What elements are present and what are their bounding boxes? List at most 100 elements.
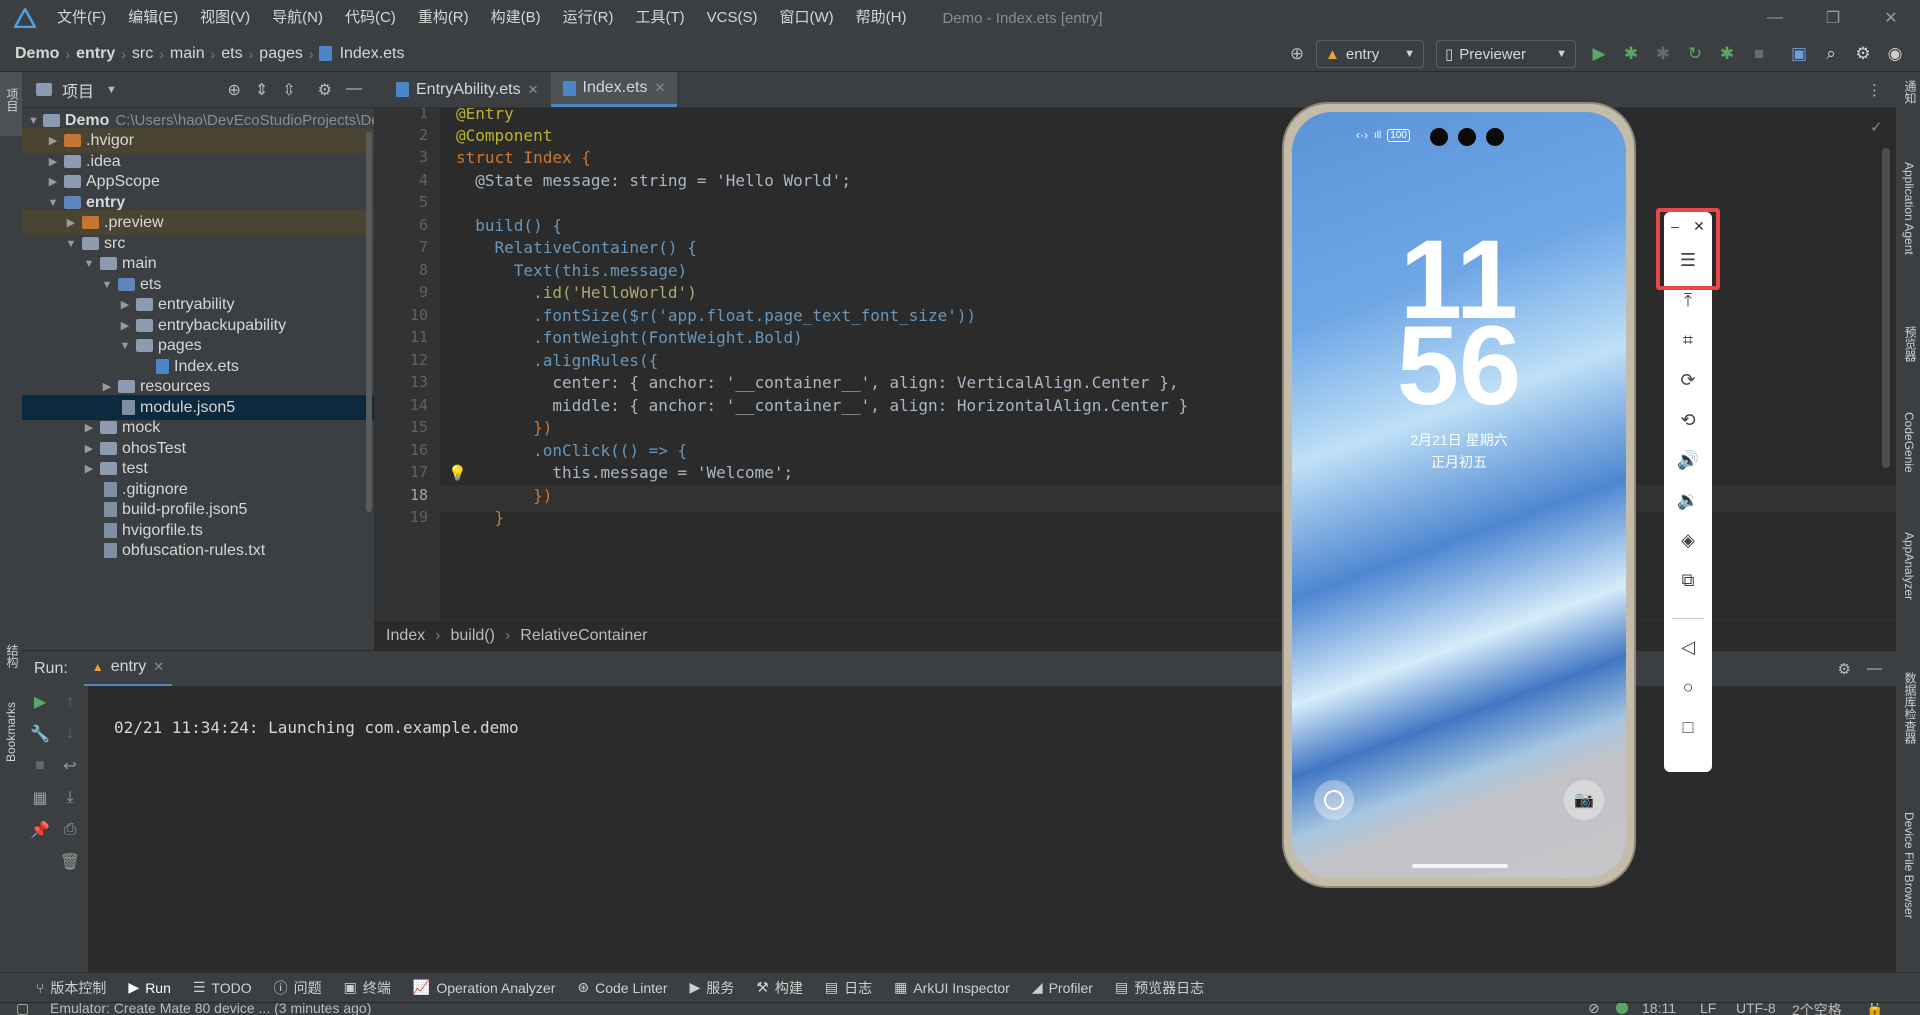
- settings-gear-icon[interactable]: ⚙: [1850, 41, 1876, 67]
- minimize-button[interactable]: —: [1746, 0, 1804, 36]
- notifications-tool[interactable]: 通知: [1902, 80, 1919, 104]
- crumb-build[interactable]: build(): [450, 627, 494, 645]
- locate-file-icon[interactable]: ⊕: [227, 80, 240, 100]
- run-icon[interactable]: ▶: [1586, 41, 1612, 67]
- crumb-module[interactable]: entry: [73, 45, 118, 63]
- tool-previewer-log[interactable]: ▤ 预览器日志: [1115, 978, 1204, 998]
- close-tab-icon[interactable]: ✕: [528, 82, 539, 98]
- database-inspector-tool[interactable]: 数据库检查器: [1902, 672, 1919, 744]
- profile-icon[interactable]: ✱: [1714, 41, 1740, 67]
- tree-item[interactable]: obfuscation-rules.txt: [22, 538, 374, 563]
- menu-navigate[interactable]: 导航(N): [261, 0, 334, 36]
- scrollbar[interactable]: [1882, 148, 1890, 468]
- crumb-main[interactable]: main: [167, 45, 208, 63]
- volume-up-icon[interactable]: 🔊: [1664, 440, 1712, 480]
- device-file-browser-tool[interactable]: Device File Browser: [1902, 812, 1916, 919]
- application-agent-tool[interactable]: Application Agent: [1902, 162, 1916, 255]
- tool-build[interactable]: ⚒ 构建: [756, 978, 803, 998]
- crumb-src[interactable]: src: [129, 45, 156, 63]
- indent-setting[interactable]: 2个空格: [1792, 1003, 1842, 1015]
- home-indicator[interactable]: [1412, 864, 1508, 868]
- project-panel-title[interactable]: 项目: [62, 78, 94, 102]
- close-window-button[interactable]: ✕: [1862, 0, 1920, 36]
- camera-shortcut-button[interactable]: 📷: [1564, 780, 1604, 820]
- tool-version-control[interactable]: ⑂ 版本控制: [36, 978, 106, 998]
- notifications-icon[interactable]: ◉: [1882, 41, 1908, 67]
- close-tab-icon[interactable]: ✕: [654, 80, 665, 96]
- file-encoding[interactable]: UTF-8: [1736, 1003, 1776, 1015]
- scroll-to-end-icon[interactable]: ⤓: [52, 782, 88, 814]
- menu-tools[interactable]: 工具(T): [624, 0, 695, 36]
- expand-all-icon[interactable]: ⇕: [255, 80, 268, 100]
- status-message[interactable]: Emulator: Create Mate 80 device ... (3 m…: [50, 1003, 371, 1015]
- menu-refactor[interactable]: 重构(R): [407, 0, 480, 36]
- tool-arkui-inspector[interactable]: ▦ ArkUI Inspector: [894, 979, 1010, 996]
- crumb-index[interactable]: Index: [386, 627, 425, 645]
- menu-help[interactable]: 帮助(H): [845, 0, 918, 36]
- menu-vcs[interactable]: VCS(S): [696, 0, 769, 36]
- structure-tool-label[interactable]: 结构: [4, 644, 21, 668]
- tool-log[interactable]: ▤ 日志: [825, 978, 872, 998]
- menu-file[interactable]: 文件(F): [46, 0, 117, 36]
- volume-down-icon[interactable]: 🔉: [1664, 480, 1712, 520]
- menu-view[interactable]: 视图(V): [189, 0, 261, 36]
- tab-options-icon[interactable]: ⋮: [1867, 72, 1882, 107]
- arrow-down-icon[interactable]: ↓: [52, 718, 88, 750]
- recents-icon[interactable]: □: [1664, 707, 1712, 747]
- apply-changes-icon[interactable]: ↻: [1682, 41, 1708, 67]
- collapse-all-icon[interactable]: ⇳: [282, 80, 295, 100]
- close-tab-icon[interactable]: ✕: [153, 659, 164, 675]
- print-icon[interactable]: ⎙: [52, 814, 88, 846]
- emulator-screen[interactable]: ‹·› ıll 100 11 56 2月21日 星期六 正月初五 📷: [1292, 112, 1626, 878]
- tool-profiler[interactable]: ◢ Profiler: [1032, 979, 1093, 996]
- back-icon[interactable]: ◁: [1664, 627, 1712, 667]
- menu-window[interactable]: 窗口(W): [768, 0, 844, 36]
- tab-index[interactable]: Index.ets ✕: [550, 72, 678, 107]
- project-tool-tab[interactable]: 项目: [0, 72, 22, 136]
- chevron-down-icon[interactable]: ▼: [106, 84, 117, 96]
- module-select[interactable]: ▲ entry ▼: [1316, 40, 1424, 68]
- no-power-save-icon[interactable]: ⊘: [1588, 1003, 1600, 1015]
- attach-debugger-icon[interactable]: ✱: [1650, 41, 1676, 67]
- rotate-icon[interactable]: ⟳: [1664, 360, 1712, 400]
- shake-icon[interactable]: ◈: [1664, 520, 1712, 560]
- rotate-counter-icon[interactable]: ⟲: [1664, 400, 1712, 440]
- crumb-relativecontainer[interactable]: RelativeContainer: [520, 627, 647, 645]
- trash-icon[interactable]: 🗑: [52, 846, 88, 878]
- line-separator[interactable]: LF: [1700, 1003, 1716, 1015]
- tool-todo[interactable]: ☰ TODO: [193, 979, 252, 996]
- home-icon[interactable]: ○: [1664, 667, 1712, 707]
- gear-icon[interactable]: ⚙: [318, 80, 332, 100]
- tool-terminal[interactable]: ▣ 终端: [344, 978, 391, 998]
- debug-icon[interactable]: ✱: [1618, 41, 1644, 67]
- menu-code[interactable]: 代码(C): [334, 0, 407, 36]
- crumb-ets[interactable]: ets: [218, 45, 245, 63]
- target-icon[interactable]: ⊕: [1284, 41, 1310, 67]
- tool-code-linter[interactable]: ⊛ Code Linter: [577, 979, 667, 996]
- codegenie-tool[interactable]: CodeGenie: [1902, 412, 1916, 473]
- tool-run[interactable]: ▶ Run: [128, 979, 170, 996]
- menu-build[interactable]: 构建(B): [480, 0, 552, 36]
- stop-icon[interactable]: ■: [1746, 41, 1772, 67]
- lock-icon[interactable]: 🔓: [1866, 1003, 1883, 1015]
- crumb-project[interactable]: Demo: [12, 45, 62, 63]
- hide-panel-icon[interactable]: —: [346, 80, 362, 100]
- crumb-pages[interactable]: pages: [256, 45, 306, 63]
- tool-services[interactable]: ▶ 服务: [690, 978, 735, 998]
- bookmarks-tool-label[interactable]: Bookmarks: [4, 702, 18, 762]
- scrollbar[interactable]: [366, 132, 372, 512]
- search-icon[interactable]: ⌕: [1818, 41, 1844, 67]
- appanalyzer-tool[interactable]: AppAnalyzer: [1902, 532, 1916, 600]
- layout-icon[interactable]: ▢: [16, 1003, 29, 1015]
- device-select[interactable]: ▯ Previewer ▼: [1436, 40, 1576, 68]
- flashlight-button[interactable]: [1314, 780, 1354, 820]
- hide-panel-icon[interactable]: —: [1867, 660, 1882, 678]
- run-tab-entry[interactable]: ▲ entry ✕: [83, 651, 173, 687]
- soft-wrap-icon[interactable]: ↩: [52, 750, 88, 782]
- gear-icon[interactable]: ⚙: [1838, 660, 1851, 678]
- menu-run[interactable]: 运行(R): [552, 0, 625, 36]
- multi-device-icon[interactable]: ⧉: [1664, 560, 1712, 600]
- caret-position[interactable]: 18:11: [1642, 1003, 1676, 1015]
- tab-entryability[interactable]: EntryAbility.ets ✕: [384, 72, 551, 107]
- project-structure-icon[interactable]: ▣: [1786, 41, 1812, 67]
